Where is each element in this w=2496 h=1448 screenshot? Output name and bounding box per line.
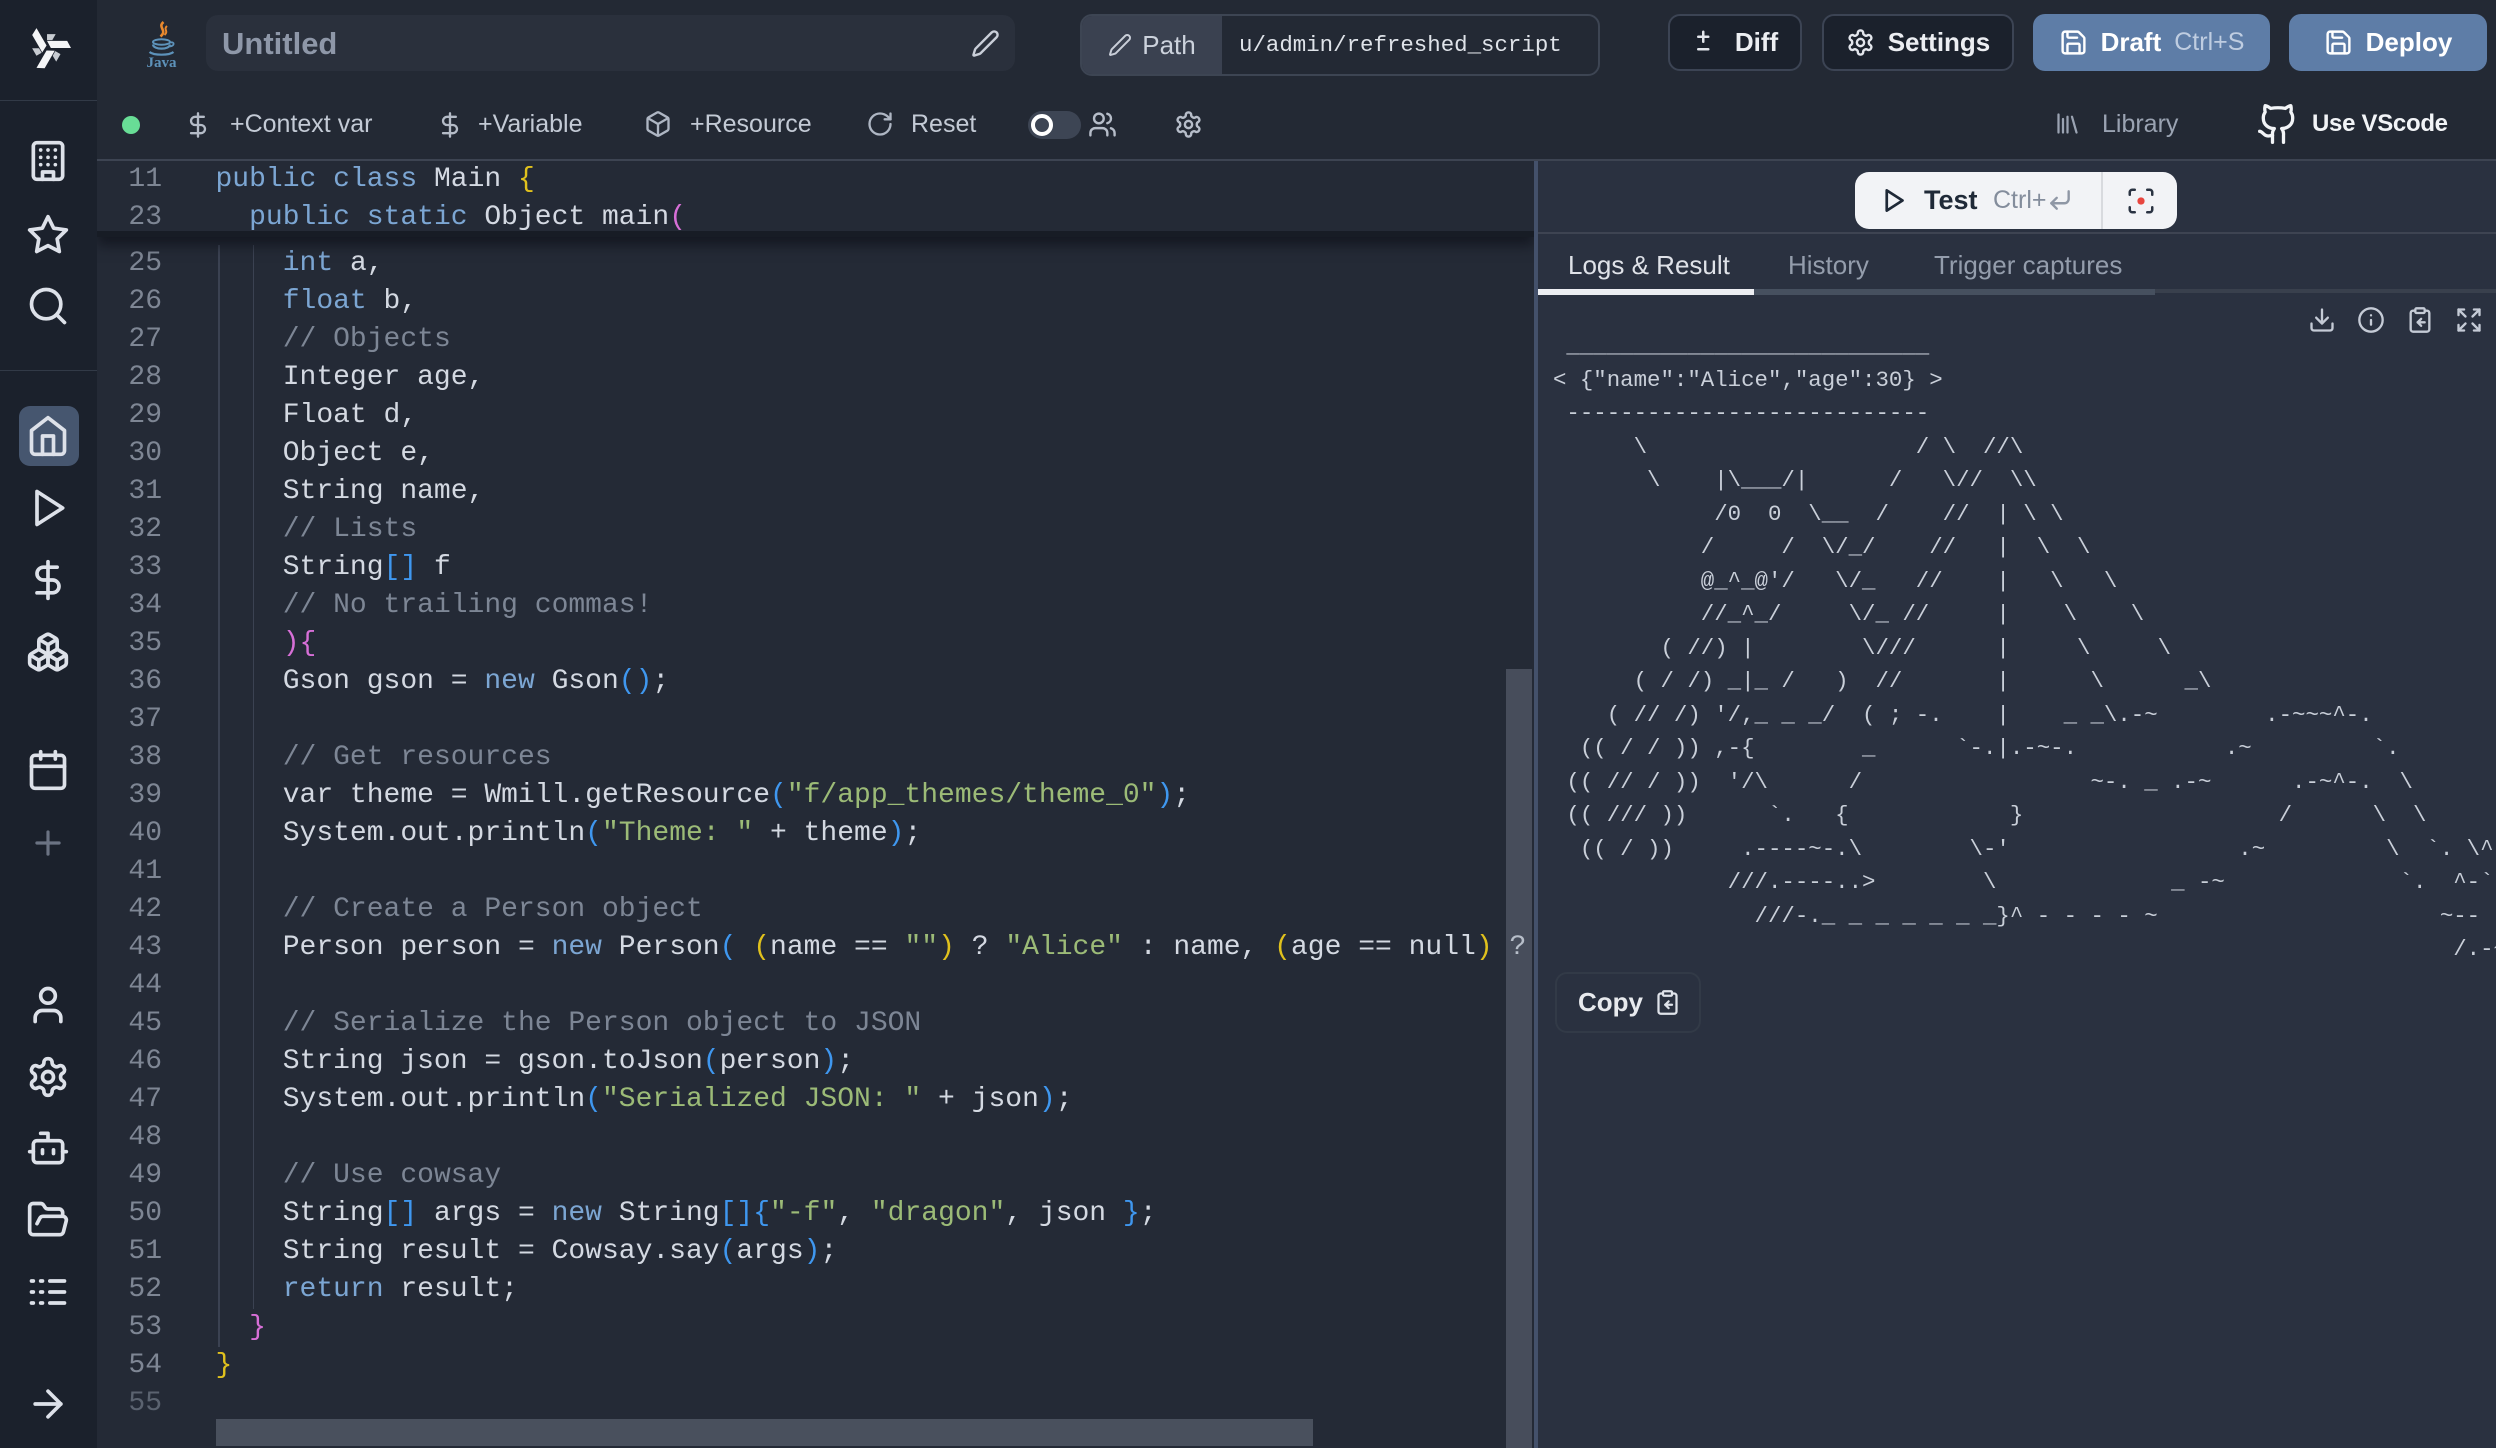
svg-text:Java: Java: [147, 55, 178, 70]
